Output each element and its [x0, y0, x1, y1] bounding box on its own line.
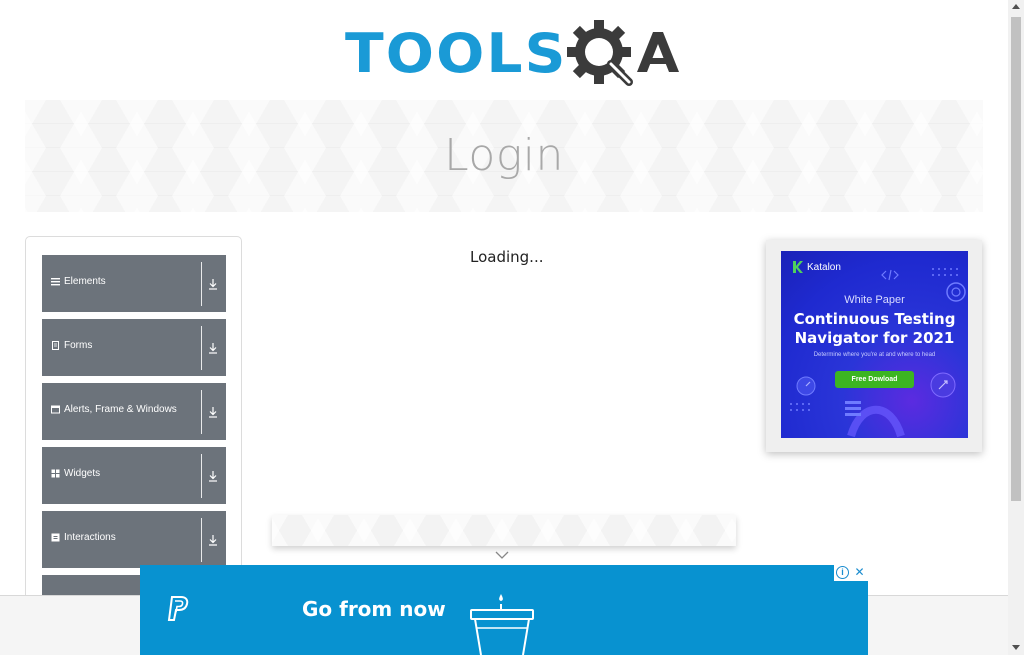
- dots-decoration-icon: [790, 403, 810, 411]
- sidebar-group-forms[interactable]: Forms: [42, 319, 226, 376]
- close-icon[interactable]: ✕: [852, 565, 867, 580]
- download-arrow-icon[interactable]: [207, 469, 219, 483]
- katalon-k-icon: [793, 261, 803, 273]
- page: TOOLS Login Elements Forms Alerts, Frame…: [0, 0, 1024, 655]
- divider: [201, 390, 202, 434]
- vertical-scrollbar[interactable]: [1008, 0, 1024, 655]
- paypal-ad-text: Go from now: [302, 597, 446, 621]
- sidebar-group-interactions[interactable]: Interactions: [42, 511, 226, 568]
- divider: [201, 518, 202, 562]
- ad-info-icon[interactable]: i: [836, 566, 849, 579]
- loading-indicator: Loading...: [470, 248, 544, 266]
- ad-subtitle: White Paper: [844, 294, 905, 306]
- ad-description: Determine where you're at and where to h…: [813, 352, 936, 358]
- cup-illustration-icon: [470, 594, 534, 655]
- sidebar-group-label: Widgets: [64, 468, 101, 479]
- ad-headline-line1: Continuous Testing: [793, 310, 956, 328]
- speedometer-icon: [796, 376, 816, 396]
- download-arrow-icon[interactable]: [207, 277, 219, 291]
- logo-tools-text: TOOLS: [345, 22, 568, 85]
- download-arrow-icon[interactable]: [207, 405, 219, 419]
- divider: [201, 326, 202, 370]
- sidebar-group-widgets[interactable]: Widgets: [42, 447, 226, 504]
- page-banner: Login: [25, 100, 983, 212]
- ad-headline: Continuous Testing Navigator for 2021: [781, 310, 968, 348]
- paypal-logo-icon: [167, 596, 189, 621]
- download-arrow-icon[interactable]: [207, 341, 219, 355]
- sidebar-group-elements[interactable]: Elements: [42, 255, 226, 312]
- chevron-down-icon[interactable]: [495, 551, 509, 560]
- page-title: Login: [444, 130, 564, 181]
- sidebar-group-label: Forms: [64, 340, 93, 351]
- document-icon: [52, 341, 59, 350]
- dots-decoration-icon: [932, 268, 958, 276]
- scroll-up-arrow-icon[interactable]: [1012, 4, 1020, 9]
- side-ad-frame: Katalon White Paper Continuous Testing N…: [766, 240, 982, 452]
- sidebar-menu: Elements Forms Alerts, Frame & Windows W…: [25, 236, 242, 616]
- logo-qa-mark: [563, 16, 683, 92]
- paypal-ad-banner[interactable]: Go from now i ✕: [140, 565, 868, 655]
- window-icon: [51, 405, 60, 414]
- grid-icon: [51, 469, 60, 478]
- download-arrow-icon[interactable]: [207, 533, 219, 547]
- scroll-down-arrow-icon[interactable]: [1012, 645, 1020, 650]
- scrollbar-thumb[interactable]: [1011, 17, 1021, 501]
- sidebar-group-label: Interactions: [64, 532, 116, 543]
- toolsqa-logo[interactable]: TOOLS: [345, 16, 679, 92]
- hamburger-icon: [51, 278, 60, 286]
- ad-headline-line2: Navigator for 2021: [794, 329, 955, 347]
- swirl-decoration-icon: [845, 401, 905, 438]
- free-download-button[interactable]: Free Dowload: [835, 371, 914, 388]
- divider: [201, 262, 202, 306]
- square-icon: [51, 533, 60, 542]
- code-icon: [881, 269, 899, 281]
- katalon-ad[interactable]: Katalon White Paper Continuous Testing N…: [781, 251, 968, 438]
- gear-magnifier-icon: [566, 20, 679, 86]
- content-ad-strip: [272, 515, 736, 546]
- sidebar-group-label: Elements: [64, 276, 106, 287]
- katalon-logo: Katalon: [793, 261, 841, 273]
- rocket-icon: [930, 372, 956, 398]
- divider: [201, 454, 202, 498]
- ad-choices-controls: i ✕: [834, 565, 868, 581]
- katalon-brand: Katalon: [807, 261, 841, 273]
- sidebar-group-alerts[interactable]: Alerts, Frame & Windows: [42, 383, 226, 440]
- sidebar-group-label: Alerts, Frame & Windows: [64, 404, 177, 415]
